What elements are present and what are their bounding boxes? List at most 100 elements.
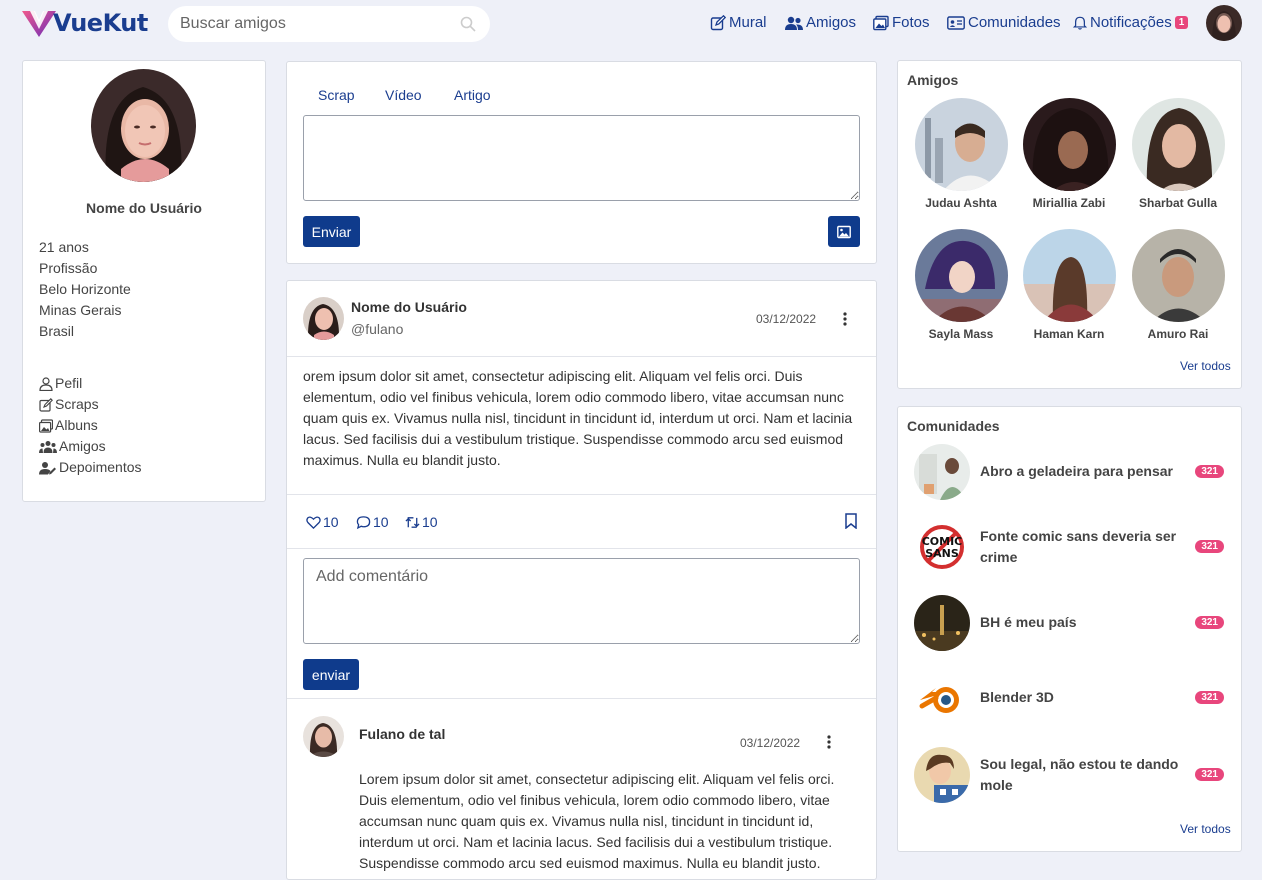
community-photo — [914, 747, 970, 803]
comment-send-button[interactable]: enviar — [303, 659, 359, 690]
nav-fotos[interactable]: Fotos — [873, 14, 930, 31]
nav-fotos-label: Fotos — [892, 14, 930, 31]
repost-button[interactable]: 10 — [405, 514, 438, 530]
friend-item[interactable]: Miriallia Zabi — [1015, 98, 1123, 210]
image-icon — [39, 418, 53, 433]
svg-text:SANS: SANS — [925, 547, 959, 560]
bell-icon — [1073, 16, 1087, 30]
search-input[interactable] — [180, 6, 450, 42]
nav-mural[interactable]: Mural — [710, 14, 767, 31]
nav-amigos[interactable]: Amigos — [785, 14, 856, 31]
menu-item-label: Albuns — [55, 417, 98, 433]
compose-textarea[interactable] — [303, 115, 860, 201]
friends-card: Amigos Judau Ashta Miriallia Zabi Sharba… — [897, 60, 1242, 389]
communities-title: Comunidades — [907, 418, 1000, 434]
friend-photo — [914, 98, 1008, 191]
community-item[interactable]: Sou legal, não estou te dando mole 321 — [914, 747, 1226, 803]
divider — [287, 356, 876, 357]
divider — [287, 698, 876, 699]
friends-title: Amigos — [907, 72, 959, 88]
avatar-image — [1206, 5, 1242, 41]
friend-name: Sharbat Gulla — [1138, 196, 1218, 210]
post-author-avatar[interactable] — [303, 297, 344, 340]
community-item[interactable]: Abro a geladeira para pensar 321 — [914, 444, 1226, 500]
post-options-kebab-icon[interactable] — [837, 311, 853, 327]
edit-icon — [710, 14, 726, 30]
comment-button[interactable]: 10 — [356, 514, 389, 530]
community-item[interactable]: Blender 3D 321 — [914, 670, 1226, 726]
nav-mural-label: Mural — [729, 14, 767, 31]
comment-author-name[interactable]: Fulano de tal — [359, 726, 445, 742]
menu-item-albuns[interactable]: Albuns — [39, 415, 142, 436]
edit-icon — [39, 397, 53, 412]
profile-menu: Pefil Scraps Albuns Amigos Depoimentos — [39, 373, 142, 478]
avatar-image — [303, 297, 344, 340]
nav-notificacoes[interactable]: Notificações 1 — [1073, 14, 1189, 31]
menu-item-depoimentos[interactable]: Depoimentos — [39, 457, 142, 478]
likes-count: 10 — [323, 514, 339, 530]
community-member-count-badge: 321 — [1195, 616, 1224, 629]
friend-item[interactable]: Judau Ashta — [907, 98, 1015, 210]
menu-item-amigos[interactable]: Amigos — [39, 436, 142, 457]
friend-photo — [1022, 229, 1116, 322]
post-author-name[interactable]: Nome do Usuário — [351, 299, 467, 315]
id-card-icon — [947, 15, 965, 30]
tab-artigo[interactable]: Artigo — [454, 87, 491, 103]
friend-photo — [1022, 98, 1116, 191]
community-name: Sou legal, não estou te dando mole — [980, 756, 1179, 793]
user-avatar[interactable] — [1206, 5, 1242, 41]
friend-photo — [914, 229, 1008, 322]
profile-profession: Profissão — [39, 260, 98, 276]
nav-comunidades[interactable]: Comunidades — [947, 14, 1061, 31]
users-icon — [39, 440, 57, 453]
menu-item-scraps[interactable]: Scraps — [39, 394, 142, 415]
menu-item-label: Depoimentos — [59, 459, 142, 475]
friends-see-all-link[interactable]: Ver todos — [1180, 359, 1231, 373]
community-item[interactable]: BH é meu país 321 — [914, 595, 1226, 651]
friend-name: Judau Ashta — [925, 196, 997, 210]
logo-v-icon — [22, 11, 56, 37]
friend-item[interactable]: Amuro Rai — [1124, 229, 1232, 341]
repost-icon — [405, 516, 420, 528]
community-member-count-badge: 321 — [1195, 465, 1224, 478]
comment-input[interactable] — [303, 558, 860, 644]
profile-photo[interactable] — [91, 69, 196, 182]
friend-photo — [1131, 98, 1225, 191]
community-name: Fonte comic sans deveria ser crime — [980, 528, 1177, 565]
tab-scrap[interactable]: Scrap — [318, 87, 355, 103]
community-photo — [914, 670, 970, 726]
friend-name: Miriallia Zabi — [1032, 196, 1106, 210]
send-button[interactable]: Enviar — [303, 216, 360, 247]
community-name: BH é meu país — [980, 614, 1077, 630]
menu-item-perfil[interactable]: Pefil — [39, 373, 142, 394]
comment-options-kebab-icon[interactable] — [821, 734, 837, 750]
post-body: orem ipsum dolor sit amet, consectetur a… — [303, 368, 853, 468]
users-icon — [785, 16, 803, 30]
friend-item[interactable]: Sayla Mass — [907, 229, 1015, 341]
comments-count: 10 — [373, 514, 389, 530]
comment-body: Lorem ipsum dolor sit amet, consectetur … — [359, 771, 835, 871]
like-button[interactable]: 10 — [306, 514, 339, 530]
profile-country: Brasil — [39, 323, 75, 339]
friend-item[interactable]: Haman Karn — [1015, 229, 1123, 341]
reposts-count: 10 — [422, 514, 438, 530]
user-pen-icon — [39, 461, 56, 474]
post-date: 03/12/2022 — [756, 312, 817, 326]
search-bar — [168, 6, 490, 42]
comment-author-avatar[interactable] — [303, 716, 344, 757]
community-photo: COMIC SANS — [914, 519, 970, 575]
profile-name: Nome do Usuário — [86, 200, 202, 216]
comment-icon — [356, 515, 371, 529]
community-item[interactable]: COMIC SANS Fonte comic sans deveria ser c… — [914, 519, 1226, 575]
nav-notificacoes-label: Notificações — [1090, 14, 1172, 31]
post-card: Nome do Usuário @fulano 03/12/2022 orem … — [286, 280, 877, 880]
friend-name: Sayla Mass — [928, 327, 994, 341]
attach-image-button[interactable] — [828, 216, 860, 247]
search-icon[interactable] — [460, 16, 476, 32]
profile-photo-image — [91, 69, 196, 182]
tab-video[interactable]: Vídeo — [385, 87, 422, 103]
friend-item[interactable]: Sharbat Gulla — [1124, 98, 1232, 210]
brand-logo[interactable]: VueKut — [22, 9, 148, 37]
bookmark-icon[interactable] — [844, 513, 858, 529]
communities-see-all-link[interactable]: Ver todos — [1180, 822, 1231, 836]
